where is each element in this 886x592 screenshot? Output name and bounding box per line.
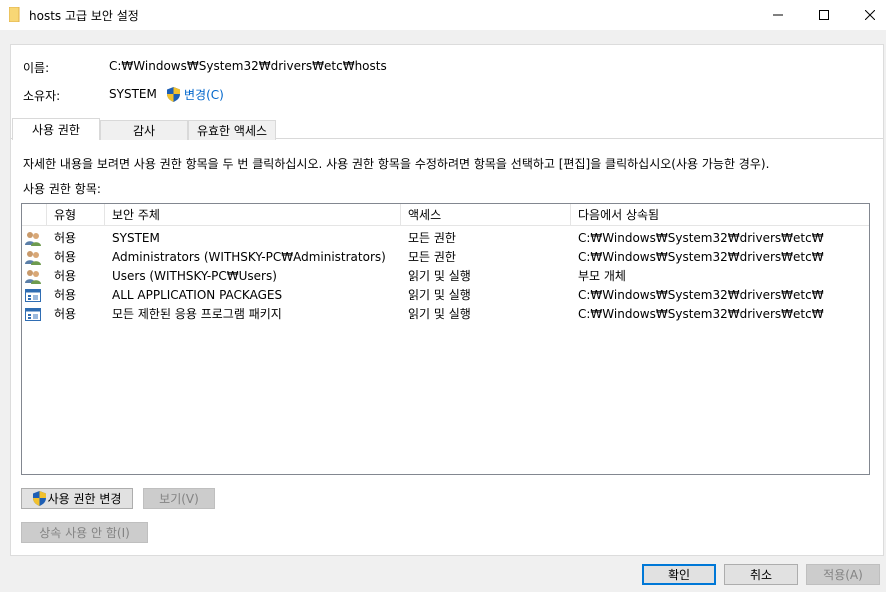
users-icon — [25, 267, 43, 286]
entry-inherited-from: 부모 개체 — [578, 269, 626, 283]
maximize-button[interactable] — [801, 0, 847, 30]
owner-label: 소유자: — [23, 89, 61, 103]
view-button[interactable]: 보기(V) — [143, 488, 215, 509]
entry-type: 허용 — [54, 250, 77, 264]
entry-principal: Administrators (WITHSKY-PC₩Administrator… — [112, 250, 386, 264]
ok-button[interactable]: 확인 — [642, 564, 716, 585]
change-owner-link[interactable]: 변경(C) — [167, 86, 224, 103]
entry-access: 읽기 및 실행 — [408, 307, 471, 321]
entry-inherited-from: C:₩Windows₩System32₩drivers₩etc₩ — [578, 307, 824, 321]
table-row[interactable]: 허용 SYSTEM 모든 권한 C:₩Windows₩System32₩driv… — [22, 229, 869, 248]
settings-panel: 이름: C:₩Windows₩System32₩drivers₩etc₩host… — [10, 44, 884, 556]
title-bar: hosts 고급 보안 설정 — [0, 0, 886, 30]
shield-icon — [167, 87, 180, 102]
entry-principal: 모든 제한된 응용 프로그램 패키지 — [112, 307, 282, 321]
list-header: 유형 보안 주체 액세스 다음에서 상속됨 — [22, 204, 869, 226]
entry-principal: SYSTEM — [112, 231, 160, 245]
tab-auditing[interactable]: 감사 — [100, 120, 188, 140]
owner-value: SYSTEM — [109, 87, 157, 101]
disable-inheritance-button[interactable]: 상속 사용 안 함(I) — [21, 522, 148, 543]
ok-button-label: 확인 — [667, 568, 691, 582]
app-package-icon — [25, 286, 43, 305]
name-label: 이름: — [23, 61, 50, 75]
app-package-icon — [25, 305, 43, 324]
window-title: hosts 고급 보안 설정 — [29, 9, 139, 23]
name-value: C:₩Windows₩System32₩drivers₩etc₩hosts — [109, 59, 387, 73]
tab-effective-access[interactable]: 유효한 액세스 — [188, 120, 276, 140]
close-icon — [865, 10, 875, 20]
apply-button-label: 적용(A) — [823, 568, 863, 582]
entry-access: 모든 권한 — [408, 250, 456, 264]
column-header-principal[interactable]: 보안 주체 — [105, 204, 401, 226]
entry-type: 허용 — [54, 269, 77, 283]
entry-type: 허용 — [54, 288, 77, 302]
view-button-label: 보기(V) — [159, 492, 199, 506]
entry-type: 허용 — [54, 307, 77, 321]
folder-icon — [9, 7, 20, 22]
table-row[interactable]: 허용 Users (WITHSKY-PC₩Users) 읽기 및 실행 부모 개… — [22, 267, 869, 286]
table-row[interactable]: 허용 모든 제한된 응용 프로그램 패키지 읽기 및 실행 C:₩Windows… — [22, 305, 869, 324]
tab-auditing-label: 감사 — [132, 124, 156, 138]
table-row[interactable]: 허용 ALL APPLICATION PACKAGES 읽기 및 실행 C:₩W… — [22, 286, 869, 305]
column-header-inherited-from[interactable]: 다음에서 상속됨 — [571, 204, 869, 226]
minimize-icon — [773, 14, 783, 16]
change-permissions-button[interactable]: 사용 권한 변경 — [21, 488, 133, 509]
entry-access: 모든 권한 — [408, 231, 456, 245]
close-button[interactable] — [847, 0, 886, 30]
entry-access: 읽기 및 실행 — [408, 269, 471, 283]
users-icon — [25, 229, 43, 248]
table-row[interactable]: 허용 Administrators (WITHSKY-PC₩Administra… — [22, 248, 869, 267]
entry-inherited-from: C:₩Windows₩System32₩drivers₩etc₩ — [578, 288, 824, 302]
apply-button[interactable]: 적용(A) — [806, 564, 880, 585]
tab-permissions-label: 사용 권한 — [32, 123, 80, 137]
shield-icon — [32, 491, 46, 506]
maximize-icon — [819, 10, 829, 20]
entry-principal: ALL APPLICATION PACKAGES — [112, 288, 283, 302]
entry-inherited-from: C:₩Windows₩System32₩drivers₩etc₩ — [578, 250, 824, 264]
entry-access: 읽기 및 실행 — [408, 288, 471, 302]
users-icon — [25, 248, 43, 267]
cancel-button-label: 취소 — [749, 568, 773, 582]
cancel-button[interactable]: 취소 — [724, 564, 798, 585]
minimize-button[interactable] — [755, 0, 801, 30]
permission-entries-list[interactable]: 유형 보안 주체 액세스 다음에서 상속됨 허용 SYSTEM 모든 권한 C:… — [21, 203, 870, 475]
tab-effective-access-label: 유효한 액세스 — [196, 124, 268, 138]
tab-permissions[interactable]: 사용 권한 — [12, 118, 100, 140]
description-text: 자세한 내용을 보려면 사용 권한 항목을 두 번 클릭하십시오. 사용 권한 … — [23, 157, 770, 171]
disable-inheritance-label: 상속 사용 안 함(I) — [39, 526, 130, 540]
permission-entries-label: 사용 권한 항목: — [23, 182, 101, 196]
change-permissions-label: 사용 권한 변경 — [47, 492, 122, 506]
entry-type: 허용 — [54, 231, 77, 245]
column-header-type[interactable]: 유형 — [47, 204, 105, 226]
column-header-icon — [22, 204, 47, 226]
entry-inherited-from: C:₩Windows₩System32₩drivers₩etc₩ — [578, 231, 824, 245]
entry-principal: Users (WITHSKY-PC₩Users) — [112, 269, 277, 283]
change-owner-link-label: 변경(C) — [184, 88, 224, 102]
column-header-access[interactable]: 액세스 — [401, 204, 571, 226]
